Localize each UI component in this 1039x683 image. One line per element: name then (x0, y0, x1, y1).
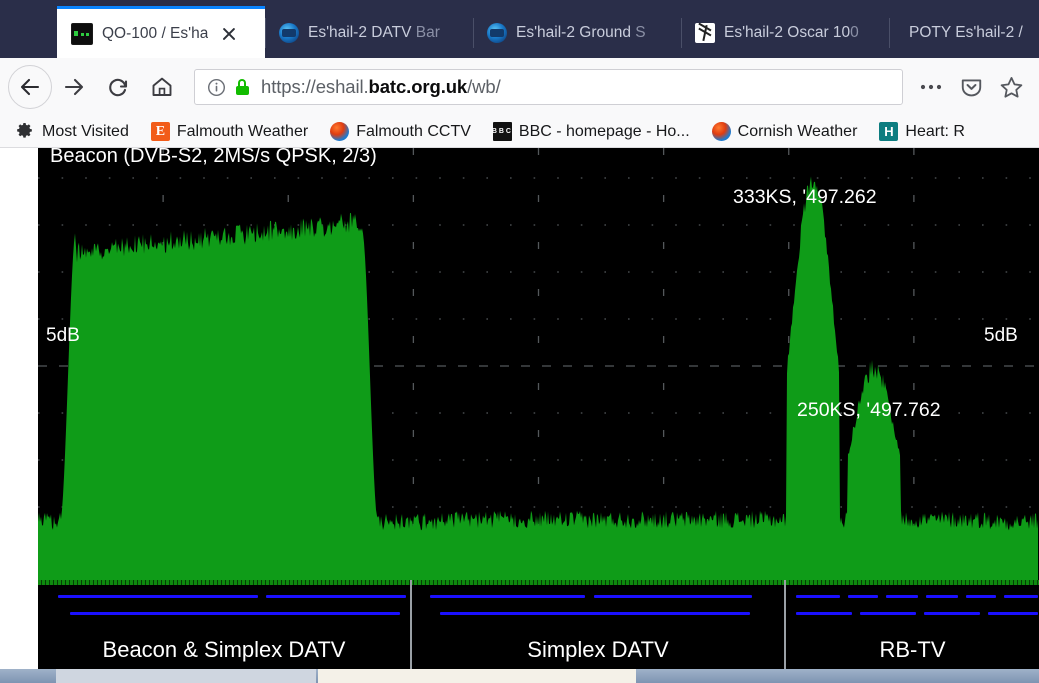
db-scale-left: 5dB (46, 325, 80, 346)
pocket-button[interactable] (951, 67, 991, 107)
cctv-globe-icon (711, 122, 731, 141)
bookmark-star-button[interactable] (991, 67, 1031, 107)
bookmark-cornish-weather[interactable]: Cornish Weather (711, 122, 858, 141)
tab-label-text: Es'hail-2 Ground (516, 24, 636, 41)
tab-label-dim: Bar (415, 24, 440, 41)
tab-label-text: Es'hail-2 Oscar 10 (724, 24, 851, 41)
heart-radio-icon: H (879, 122, 899, 141)
spectrum-display[interactable]: Beacon (DVB-S2, 2MS/s QPSK, 2/3) 333KS, … (38, 148, 1039, 669)
tab-label-dim: S (635, 24, 646, 41)
band-rb-tv[interactable]: RB-TV (786, 580, 1039, 669)
navigation-toolbar: https://eshail.batc.org.uk/wb/ (0, 58, 1039, 116)
os-taskbar[interactable] (0, 669, 1039, 683)
bookmark-label: Most Visited (42, 122, 129, 140)
tab-label: QO-100 / Es'ha (102, 24, 209, 42)
browser-window: QO-100 / Es'ha Es'hail-2 DATV Bar Es'hai… (0, 0, 1039, 683)
batc-icon (279, 23, 299, 43)
bookmark-bbc-homepage[interactable]: BBC BBC - homepage - Ho... (492, 122, 690, 141)
page-actions-button[interactable] (911, 67, 951, 107)
antenna-icon (695, 23, 715, 43)
bookmark-falmouth-weather[interactable]: E Falmouth Weather (150, 122, 309, 141)
bookmark-falmouth-cctv[interactable]: Falmouth CCTV (330, 122, 471, 141)
forward-button[interactable] (52, 65, 96, 109)
band-label: RB-TV (879, 637, 946, 662)
band-beacon-simplex-datv[interactable]: Beacon & Simplex DATV (38, 580, 410, 669)
band-label: Simplex DATV (527, 637, 669, 662)
e-letter-icon: E (150, 122, 170, 141)
forward-arrow-icon (64, 78, 84, 96)
pocket-icon (961, 78, 981, 96)
taskbar-window-2[interactable] (318, 669, 636, 683)
close-icon[interactable] (220, 25, 238, 43)
spectrum-trace-svg (38, 148, 1039, 580)
address-bar[interactable]: https://eshail.batc.org.uk/wb/ (194, 69, 903, 105)
spectrum-icon (71, 22, 93, 45)
page-content: Beacon (DVB-S2, 2MS/s QPSK, 2/3) 333KS, … (0, 148, 1039, 669)
url-scheme: https:// (261, 76, 316, 97)
tab-label: Es'hail-2 DATV Bar (308, 24, 440, 42)
page-left-margin (0, 296, 38, 669)
spectrum-plot[interactable] (38, 148, 1039, 580)
taskbar-window-1[interactable] (56, 669, 316, 683)
tab-label: Es'hail-2 Ground S (516, 24, 646, 42)
tab-poty-eshail-2[interactable]: POTY Es'hail-2 / (889, 8, 1039, 58)
tab-separator (681, 18, 682, 48)
signal-label-333ks: 333KS, '497.262 (733, 186, 877, 208)
url-path: /wb/ (467, 76, 501, 97)
tab-eshail-2-datv-bandplan[interactable]: Es'hail-2 DATV Bar (265, 8, 473, 58)
home-button[interactable] (140, 65, 184, 109)
bookmark-heart-radio[interactable]: H Heart: R (879, 122, 965, 141)
bbc-icon: BBC (492, 122, 512, 141)
tab-strip: QO-100 / Es'ha Es'hail-2 DATV Bar Es'hai… (0, 0, 1039, 58)
page-actions-ellipsis-icon (920, 84, 942, 90)
tab-label-dim: 0 (850, 24, 859, 41)
bookmark-label: Cornish Weather (737, 122, 858, 140)
gear-icon (16, 122, 35, 141)
band-simplex-datv[interactable]: Simplex DATV (412, 580, 784, 669)
signal-label-250ks: 250KS, '497.762 (797, 399, 941, 421)
band-label: Beacon & Simplex DATV (102, 637, 346, 662)
tab-separator (889, 18, 890, 48)
bookmarks-toolbar: Most Visited E Falmouth Weather Falmouth… (0, 116, 1039, 148)
tab-label: Es'hail-2 Oscar 100 (724, 24, 859, 42)
tab-strip-lead-padding (0, 0, 57, 58)
tab-eshail-2-ground-station[interactable]: Es'hail-2 Ground S (473, 8, 681, 58)
band-key-strip: Beacon & Simplex DATV Simplex DATV RB-TV (38, 580, 1039, 669)
bookmark-label: Falmouth Weather (176, 122, 309, 140)
tab-label: POTY Es'hail-2 / (909, 24, 1023, 41)
tab-separator (265, 18, 266, 48)
bookmark-label: BBC - homepage - Ho... (518, 122, 690, 140)
tab-separator (473, 18, 474, 48)
home-icon (152, 77, 172, 96)
url-host: batc.org.uk (368, 76, 468, 97)
cctv-globe-icon (330, 122, 350, 141)
url-subdomain: eshail. (315, 76, 369, 97)
tab-qo-100[interactable]: QO-100 / Es'ha (57, 6, 265, 58)
reload-button[interactable] (96, 65, 140, 109)
bookmark-label: Falmouth CCTV (356, 122, 471, 140)
db-scale-right: 5dB (984, 325, 1018, 346)
bookmark-star-icon (1000, 76, 1022, 98)
batc-icon (487, 23, 507, 43)
bookmark-most-visited[interactable]: Most Visited (16, 122, 129, 141)
reload-icon (109, 78, 128, 97)
info-icon[interactable] (203, 78, 229, 97)
tab-label-text: Es'hail-2 DATV (308, 24, 416, 41)
tab-eshail-2-oscar-100[interactable]: Es'hail-2 Oscar 100 (681, 8, 889, 58)
url-text: https://eshail.batc.org.uk/wb/ (261, 76, 501, 98)
padlock-icon[interactable] (229, 79, 255, 95)
back-arrow-icon (20, 78, 40, 96)
bookmark-label: Heart: R (905, 122, 965, 140)
back-button[interactable] (8, 65, 52, 109)
beacon-annotation: Beacon (DVB-S2, 2MS/s QPSK, 2/3) (50, 148, 377, 167)
